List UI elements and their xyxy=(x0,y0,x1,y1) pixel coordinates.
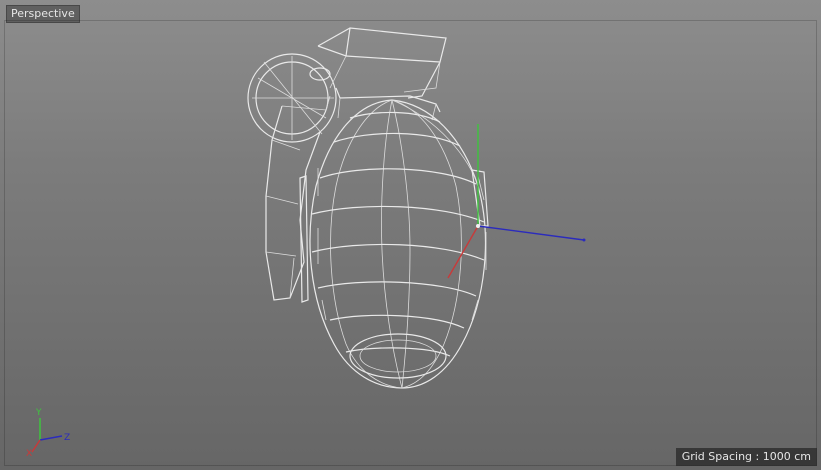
world-axis-indicator: Y Z X xyxy=(26,408,70,459)
safety-lever xyxy=(265,95,331,301)
grid-spacing-readout: Grid Spacing : 1000 cm xyxy=(675,448,817,466)
world-y-label: Y xyxy=(35,408,42,418)
world-z-axis xyxy=(39,435,63,441)
gizmo-origin xyxy=(476,224,480,228)
gizmo-z-tip xyxy=(582,238,586,242)
world-x-axis xyxy=(31,439,41,453)
gizmo-z-axis[interactable] xyxy=(477,225,585,241)
grenade-body xyxy=(299,99,489,389)
world-x-label: X xyxy=(26,449,32,459)
world-z-label: Z xyxy=(64,433,70,443)
pull-ring xyxy=(247,53,337,143)
perspective-viewport[interactable]: Perspective Y Z X Grid Spacing: 1000 cm xyxy=(0,0,821,470)
scene-canvas[interactable]: Y Z X xyxy=(0,0,821,470)
grenade-wireframe-icon[interactable] xyxy=(247,27,489,389)
fuse-block xyxy=(317,27,447,121)
gizmo-x-axis[interactable] xyxy=(447,225,479,279)
